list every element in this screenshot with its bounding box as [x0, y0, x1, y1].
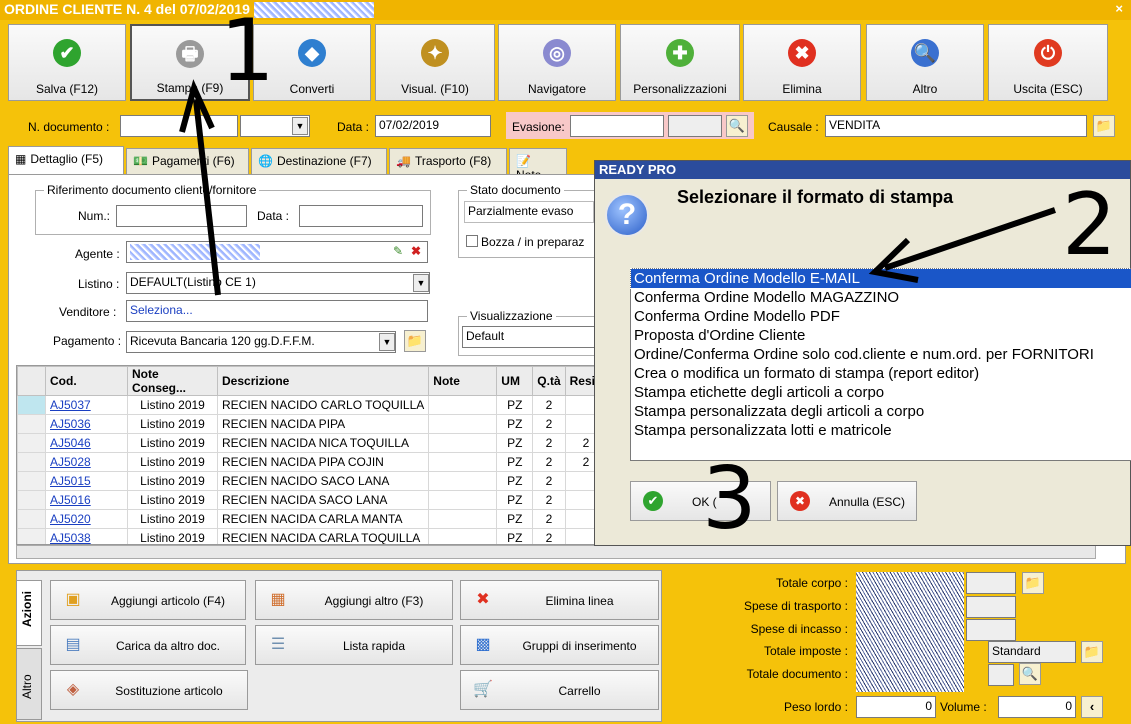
arrow-1: [179, 79, 221, 296]
annotation-arrows: [179, 79, 1056, 296]
arrow-2: [868, 207, 1056, 283]
annotation-number-2: 2: [1062, 175, 1117, 275]
annotation-number-1: 1: [220, 1, 275, 101]
annotation-number-3: 3: [702, 449, 757, 549]
